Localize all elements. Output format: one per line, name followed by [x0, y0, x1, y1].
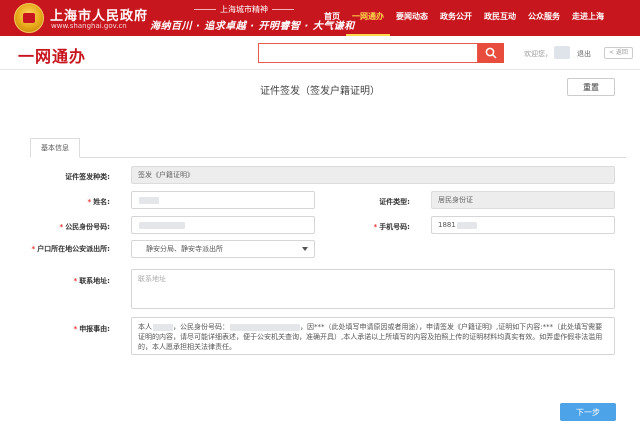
id-number-field[interactable]	[131, 216, 315, 234]
name-label: * 姓名:	[30, 197, 110, 207]
logout-link[interactable]: 退出	[577, 49, 591, 59]
masked-phone	[456, 221, 477, 229]
nav-gov-disclosure[interactable]: 政务公开	[434, 0, 478, 36]
name-field[interactable]	[131, 191, 315, 209]
address-placeholder: 联系地址	[138, 275, 166, 283]
reason-textarea[interactable]: 本人 ，公民身份号码： ，因***（此处填写申请原因或者用途），申请签发《户籍证明》…	[131, 317, 615, 355]
masked-name	[153, 323, 173, 331]
nav-interaction[interactable]: 政民互动	[478, 0, 522, 36]
nav-home[interactable]: 首页	[318, 0, 346, 36]
id-number-label: * 公民身份号码:	[30, 222, 110, 232]
welcome-text: 欢迎您，	[524, 50, 552, 58]
page-title: 证件签发（签发户籍证明）	[260, 86, 380, 97]
id-number-label-text: 公民身份号码:	[65, 223, 110, 231]
back-button[interactable]: < 返回	[604, 47, 633, 59]
address-label: * 联系地址:	[30, 276, 110, 286]
police-station-label: * 户口所在地公安派出所:	[30, 244, 110, 254]
required-marker: *	[73, 277, 78, 285]
government-emblem-icon	[14, 3, 44, 33]
search-input[interactable]	[258, 43, 478, 63]
police-station-label-text: 户口所在地公安派出所:	[37, 245, 110, 253]
one-stop-service-logo[interactable]: 一网通办	[18, 43, 86, 67]
nav-about-shanghai[interactable]: 走进上海	[566, 0, 610, 36]
phone-label: * 手机号码:	[330, 222, 410, 232]
search-icon	[485, 47, 497, 59]
nav-public-service[interactable]: 公众服务	[522, 0, 566, 36]
reset-button[interactable]: 重置	[567, 78, 615, 96]
masked-id-number	[230, 323, 300, 331]
main-nav: 首页 一网通办 要闻动态 政务公开 政民互动 公众服务 走进上海	[318, 0, 610, 36]
avatar[interactable]	[554, 46, 570, 59]
name-label-text: 姓名:	[93, 198, 110, 206]
service-bar: 一网通办 欢迎您， 退出 < 返回	[0, 36, 640, 70]
phone-label-text: 手机号码:	[379, 223, 410, 231]
required-marker: *	[73, 325, 78, 333]
address-textarea[interactable]: 联系地址	[131, 269, 615, 309]
reason-label: * 申报事由:	[30, 324, 110, 334]
required-marker: *	[87, 198, 92, 206]
id-type-label: 证件类型:	[379, 198, 410, 206]
nav-one-stop-service[interactable]: 一网通办	[346, 0, 390, 36]
city-spirit-label: 上海城市精神	[190, 4, 298, 15]
reason-text-1: 本人	[138, 323, 152, 331]
required-marker: *	[59, 223, 64, 231]
masked-id-number	[139, 221, 185, 229]
required-marker: *	[31, 245, 36, 253]
phone-value: 1881	[438, 221, 456, 229]
required-marker: *	[373, 223, 378, 231]
cert-type-field: 签发《户籍证明》	[131, 166, 615, 184]
reason-label-text: 申报事由:	[79, 325, 110, 333]
phone-field[interactable]: 1881	[431, 216, 615, 234]
tab-basic-info[interactable]: 基本信息	[30, 138, 80, 158]
police-station-value: 静安分局、静安寺派出所	[146, 245, 223, 253]
id-type-field: 居民身份证	[431, 191, 615, 209]
cert-type-label: 证件签发种类:	[65, 173, 110, 181]
site-url: www.shanghai.gov.cn	[51, 22, 127, 30]
masked-name	[139, 196, 159, 204]
next-step-button[interactable]: 下一步	[560, 403, 616, 421]
address-label-text: 联系地址:	[79, 277, 110, 285]
nav-news[interactable]: 要闻动态	[390, 0, 434, 36]
search-button[interactable]	[478, 43, 504, 63]
chevron-down-icon	[302, 247, 308, 251]
police-station-select[interactable]: 静安分局、静安寺派出所	[131, 240, 315, 258]
site-header: 上海市人民政府 www.shanghai.gov.cn 上海城市精神 海纳百川 …	[0, 0, 640, 36]
reason-text-2: ，公民身份号码：	[173, 323, 229, 331]
